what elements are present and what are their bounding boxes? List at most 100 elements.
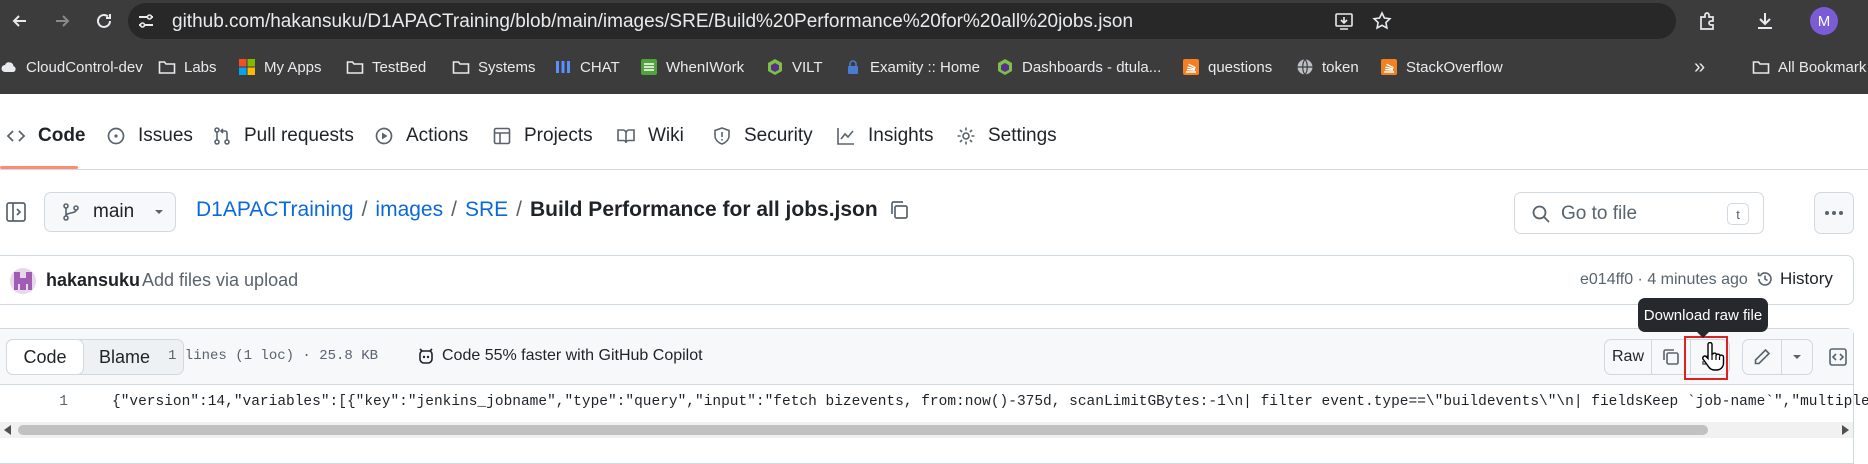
- search-icon: [1532, 205, 1550, 223]
- scrollbar-thumb[interactable]: [18, 425, 1708, 435]
- triangle-down-icon: [1793, 355, 1801, 359]
- hand-pointer-cursor-icon: [1702, 342, 1725, 371]
- all-bookmarks-button[interactable]: All Bookmark: [1752, 55, 1866, 79]
- copilot-promo-text: Code 55% faster with GitHub Copilot: [442, 347, 703, 364]
- bookmark-questions[interactable]: questions: [1182, 55, 1272, 79]
- bookmark-label: CHAT: [580, 58, 620, 76]
- scroll-right-arrow-icon[interactable]: [1842, 425, 1849, 435]
- edit-options-dropdown[interactable]: [1781, 339, 1813, 375]
- pencil-icon: [1754, 348, 1771, 365]
- tab-label: Insights: [868, 125, 934, 146]
- edit-file-button[interactable]: [1742, 339, 1782, 375]
- pull-request-icon: [214, 127, 230, 145]
- folder-icon: [452, 58, 470, 76]
- bookmark-vilt[interactable]: VILT: [766, 55, 823, 79]
- code-view-button[interactable]: Code: [6, 339, 84, 375]
- copilot-promo-link[interactable]: Code 55% faster with GitHub Copilot: [416, 346, 703, 366]
- copy-icon: [1663, 349, 1679, 365]
- browser-chrome: github.com/hakansuku/D1APACTraining/blob…: [0, 0, 1868, 94]
- tab-pull-requests[interactable]: Pull requests: [212, 120, 354, 152]
- bookmark-label: My Apps: [264, 58, 322, 76]
- bookmarks-bar: CloudControl-dev Labs My Apps TestBed Sy…: [0, 50, 1868, 84]
- bookmark-label: Systems: [478, 58, 536, 76]
- bookmark-label: token: [1322, 58, 1359, 76]
- reload-button[interactable]: [90, 7, 118, 35]
- tab-security[interactable]: Security: [712, 120, 813, 152]
- extensions-icon[interactable]: [1696, 10, 1718, 32]
- install-app-icon[interactable]: [1334, 11, 1354, 31]
- breadcrumb-images-link[interactable]: images: [375, 198, 443, 222]
- bookmark-chat[interactable]: CHAT: [554, 55, 620, 79]
- file-stats: 1 lines (1 loc) · 25.8 KB: [168, 348, 379, 364]
- commit-meta[interactable]: e014ff0 · 4 minutes ago: [1580, 271, 1748, 289]
- folder-icon: [158, 58, 176, 76]
- history-label: History: [1780, 269, 1833, 288]
- issue-icon: [107, 127, 125, 145]
- scroll-left-arrow-icon[interactable]: [4, 425, 11, 435]
- dashboards-icon: [996, 58, 1014, 76]
- bookmark-my-apps[interactable]: My Apps: [238, 55, 322, 79]
- copy-path-icon[interactable]: [888, 199, 910, 221]
- tab-wiki[interactable]: Wiki: [616, 120, 684, 152]
- code-toolbar: Code Blame 1 lines (1 loc) · 25.8 KB Cod…: [0, 329, 1853, 385]
- history-button[interactable]: History: [1756, 269, 1833, 289]
- bookmark-label: questions: [1208, 58, 1273, 76]
- bookmark-token[interactable]: token: [1296, 55, 1359, 79]
- side-panel-toggle-icon[interactable]: [4, 200, 28, 224]
- address-bar[interactable]: github.com/hakansuku/D1APACTraining/blob…: [128, 3, 1676, 39]
- author-avatar[interactable]: [10, 268, 36, 294]
- bookmark-cloudcontrol[interactable]: CloudControl-dev: [0, 55, 143, 79]
- star-icon[interactable]: [1372, 11, 1392, 31]
- tab-actions[interactable]: Actions: [374, 120, 468, 152]
- active-tab-underline: [0, 166, 78, 169]
- tab-settings[interactable]: Settings: [956, 120, 1057, 152]
- bookmark-dashboards[interactable]: Dashboards - dtula...: [996, 55, 1161, 79]
- breadcrumb-sre-link[interactable]: SRE: [465, 198, 508, 222]
- view-mode-segmented-control: Code Blame: [6, 339, 184, 375]
- arrow-left-icon: [12, 15, 26, 27]
- tab-insights[interactable]: Insights: [836, 120, 933, 152]
- symbols-panel-button[interactable]: [1822, 339, 1854, 375]
- branch-selector-button[interactable]: main: [44, 192, 176, 232]
- tab-projects[interactable]: Projects: [492, 120, 593, 152]
- go-to-file-placeholder: Go to file: [1561, 203, 1638, 224]
- horizontal-scrollbar[interactable]: [0, 422, 1853, 438]
- bookmark-label: VILT: [792, 58, 823, 76]
- tab-label: Wiki: [648, 125, 684, 146]
- url-text: github.com/hakansuku/D1APACTraining/blob…: [172, 11, 1134, 32]
- download-icon[interactable]: [1754, 10, 1776, 32]
- tab-label: Security: [744, 125, 813, 146]
- bookmark-label: Dashboards - dtula...: [1022, 58, 1162, 76]
- more-options-button[interactable]: [1814, 192, 1854, 234]
- blame-view-button[interactable]: Blame: [99, 347, 150, 368]
- lock-icon: [844, 58, 862, 76]
- breadcrumb-repo-link[interactable]: D1APACTraining: [196, 198, 354, 222]
- bookmark-testbed[interactable]: TestBed: [346, 55, 426, 79]
- commit-message-link[interactable]: Add files via upload: [142, 270, 298, 291]
- raw-button[interactable]: Raw: [1604, 339, 1652, 375]
- bookmark-systems[interactable]: Systems: [452, 55, 536, 79]
- back-button[interactable]: [6, 7, 34, 35]
- bookmark-label: WhenIWork: [666, 58, 745, 76]
- bookmark-examity[interactable]: Examity :: Home: [844, 55, 980, 79]
- tab-label: Projects: [524, 125, 593, 146]
- more-bookmarks-button[interactable]: »: [1694, 55, 1705, 79]
- kebab-horizontal-icon: [1825, 211, 1843, 215]
- tab-code[interactable]: Code: [6, 120, 86, 152]
- go-to-file-input[interactable]: Go to file t: [1514, 192, 1764, 234]
- profile-avatar[interactable]: M: [1810, 7, 1838, 35]
- site-info-icon[interactable]: [136, 11, 156, 31]
- identicon-icon: [14, 272, 32, 290]
- code-icon: [6, 130, 26, 142]
- stackoverflow-icon: [1380, 58, 1398, 76]
- line-number[interactable]: 1: [40, 394, 68, 410]
- tab-issues[interactable]: Issues: [106, 120, 193, 152]
- bookmark-labs[interactable]: Labs: [158, 55, 217, 79]
- commit-author-link[interactable]: hakansuku: [46, 270, 140, 291]
- bookmark-label: All Bookmark: [1778, 58, 1867, 76]
- graph-icon: [837, 128, 854, 145]
- git-branch-icon: [63, 203, 79, 221]
- bookmark-stackoverflow[interactable]: StackOverflow: [1380, 55, 1503, 79]
- forward-button[interactable]: [48, 7, 76, 35]
- bookmark-wheniwork[interactable]: WhenIWork: [640, 55, 744, 79]
